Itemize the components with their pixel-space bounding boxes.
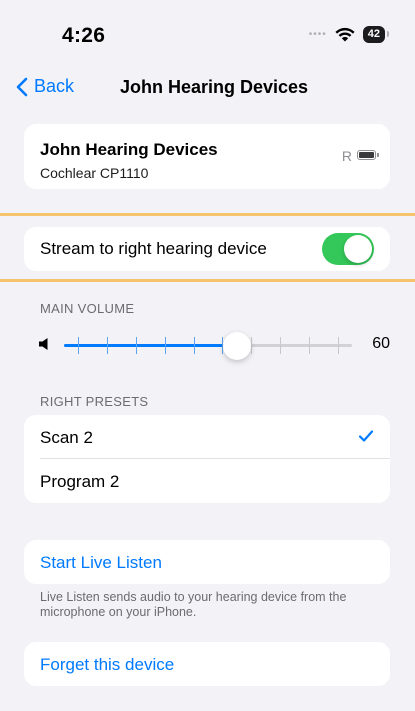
highlight-line-top bbox=[0, 213, 415, 216]
volume-tick bbox=[78, 337, 80, 354]
signal-icon: •••• bbox=[308, 29, 327, 40]
volume-control: 60 bbox=[24, 327, 390, 363]
device-battery-level bbox=[359, 152, 374, 158]
volume-tick bbox=[280, 337, 281, 354]
preset-label: Scan 2 bbox=[40, 428, 93, 447]
highlight-line-bottom bbox=[0, 279, 415, 282]
forget-device-button[interactable]: Forget this device bbox=[24, 642, 390, 686]
device-side-label: R bbox=[341, 148, 352, 164]
wifi-icon bbox=[335, 27, 355, 42]
device-model: Cochlear CP1110 bbox=[40, 165, 149, 181]
volume-tick bbox=[107, 337, 109, 354]
volume-slider-fill bbox=[64, 344, 237, 347]
back-label: Back bbox=[34, 76, 75, 96]
status-time: 4:26 bbox=[62, 24, 106, 47]
chevron-left-icon bbox=[16, 77, 28, 96]
stream-row: Stream to right hearing device bbox=[24, 227, 390, 271]
stream-toggle[interactable] bbox=[322, 233, 374, 265]
volume-slider[interactable] bbox=[64, 332, 352, 360]
volume-tick bbox=[337, 337, 339, 354]
forget-device-label: Forget this device bbox=[40, 655, 175, 674]
volume-tick bbox=[164, 337, 166, 354]
navigation-bar: Back John Hearing Devices bbox=[0, 64, 415, 108]
device-battery-icon bbox=[357, 150, 379, 160]
battery-icon: 42 bbox=[362, 26, 390, 43]
preset-item-scan-2[interactable]: Scan 2 bbox=[24, 415, 390, 459]
volume-tick bbox=[308, 337, 310, 354]
back-button[interactable]: Back bbox=[16, 76, 74, 97]
volume-value: 60 bbox=[372, 335, 390, 352]
status-bar: 4:26 •••• 42 bbox=[0, 0, 415, 70]
device-name: John Hearing Devices bbox=[40, 140, 218, 159]
page-title: John Hearing Devices bbox=[120, 77, 309, 97]
preset-item-program-2[interactable]: Program 2 bbox=[24, 459, 390, 503]
presets-list: Scan 2 Program 2 bbox=[24, 415, 390, 503]
checkmark-icon bbox=[358, 430, 374, 442]
toggle-knob bbox=[344, 235, 372, 263]
presets-section-header: RIGHT PRESETS bbox=[40, 394, 149, 409]
status-indicators: •••• 42 bbox=[308, 26, 390, 43]
preset-label: Program 2 bbox=[40, 472, 120, 491]
speaker-icon bbox=[39, 338, 48, 350]
stream-label: Stream to right hearing device bbox=[40, 239, 267, 258]
live-listen-footer: Live Listen sends audio to your hearing … bbox=[40, 590, 347, 619]
volume-section-header: MAIN VOLUME bbox=[40, 301, 135, 316]
volume-tick bbox=[251, 337, 253, 354]
live-listen-label: Start Live Listen bbox=[40, 553, 162, 572]
start-live-listen-button[interactable]: Start Live Listen bbox=[24, 540, 390, 584]
volume-tick bbox=[193, 337, 195, 354]
volume-slider-thumb[interactable] bbox=[222, 332, 251, 360]
volume-tick bbox=[136, 337, 137, 354]
device-info-card[interactable]: John Hearing Devices Cochlear CP1110 R bbox=[24, 124, 390, 189]
